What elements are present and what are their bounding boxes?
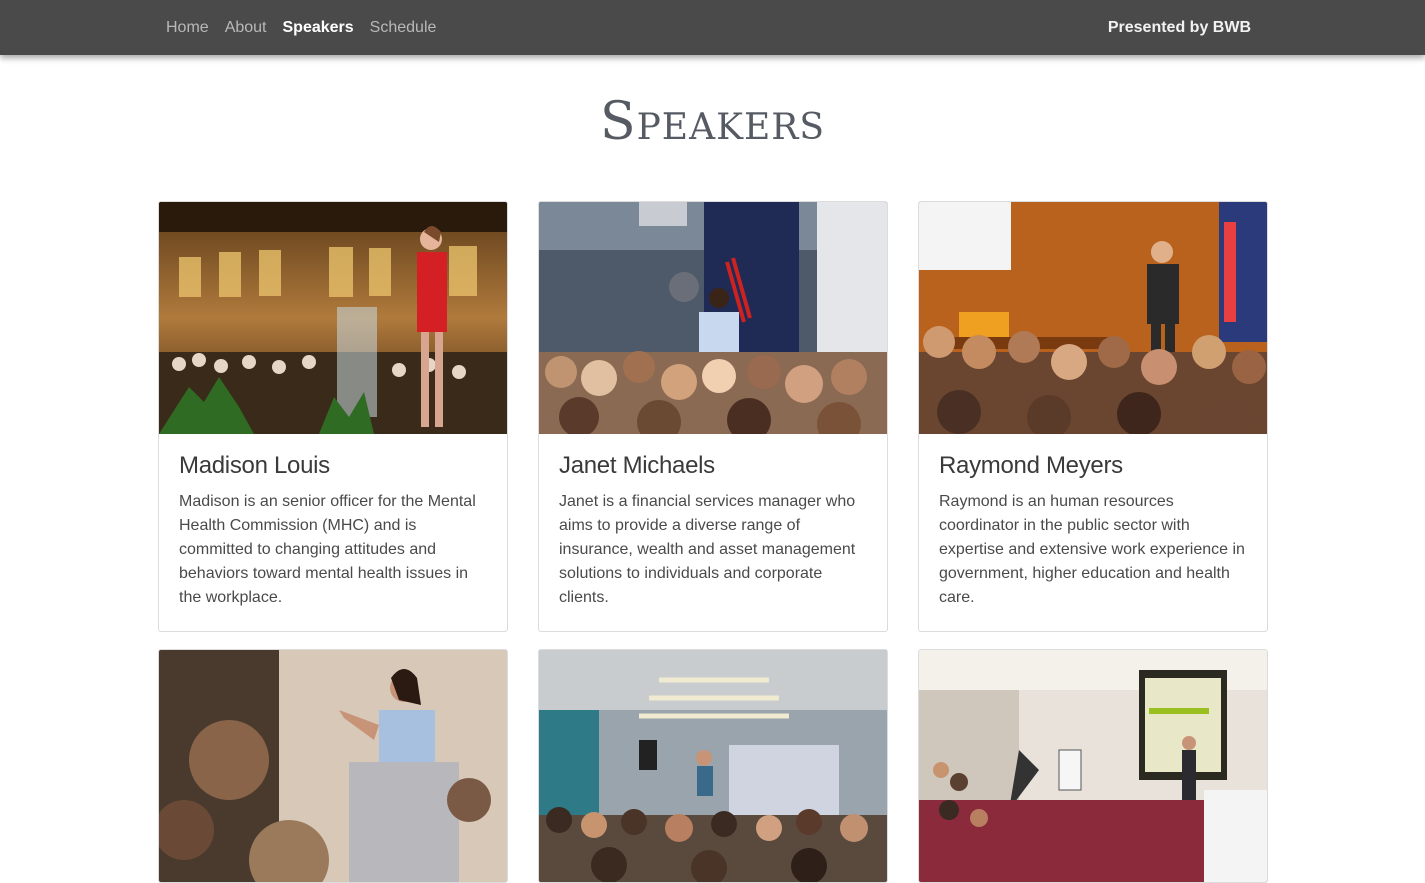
top-navbar: Home About Speakers Schedule Presented b…	[0, 0, 1425, 55]
speaker-bio: Raymond is an human resources coordinato…	[939, 493, 1245, 606]
brand-text: Presented by BWB	[1107, 18, 1251, 36]
speaker-card-body: Raymond Meyers Raymond is an human resou…	[919, 434, 1267, 631]
nav-link-home[interactable]: Home	[166, 19, 209, 37]
speaker-name: Janet Michaels	[559, 452, 715, 479]
speaker-card-body: Janet Michaels Janet is a financial serv…	[539, 434, 887, 631]
speaker-card-raymond: Raymond Meyers Raymond is an human resou…	[918, 201, 1268, 632]
speaker-card-6	[918, 649, 1268, 883]
speaker-bio: Janet is a financial services manager wh…	[559, 493, 856, 606]
speaker-card-janet: Janet Michaels Janet is a financial serv…	[538, 201, 888, 632]
speaker-name: Raymond Meyers	[939, 452, 1123, 479]
speaker-photo-madison	[159, 202, 507, 434]
speaker-photo-janet	[539, 202, 887, 434]
speaker-photo-5	[539, 650, 887, 882]
page-title: Speakers	[599, 92, 826, 152]
speaker-card-body: Madison Louis Madison is an senior offic…	[159, 434, 507, 631]
speaker-photo-raymond	[919, 202, 1267, 434]
speaker-photo-6	[919, 650, 1267, 882]
speaker-bio: Madison is an senior officer for the Men…	[179, 493, 476, 606]
speaker-card-4	[158, 649, 508, 883]
speaker-card-5	[538, 649, 888, 883]
nav-link-speakers[interactable]: Speakers	[283, 19, 354, 37]
speaker-name: Madison Louis	[179, 452, 330, 479]
speaker-card-madison: Madison Louis Madison is an senior offic…	[158, 201, 508, 632]
nav-links: Home About Speakers Schedule	[166, 0, 452, 55]
speaker-photo-4	[159, 650, 507, 882]
nav-link-about[interactable]: About	[225, 19, 267, 37]
nav-link-schedule[interactable]: Schedule	[370, 19, 437, 37]
